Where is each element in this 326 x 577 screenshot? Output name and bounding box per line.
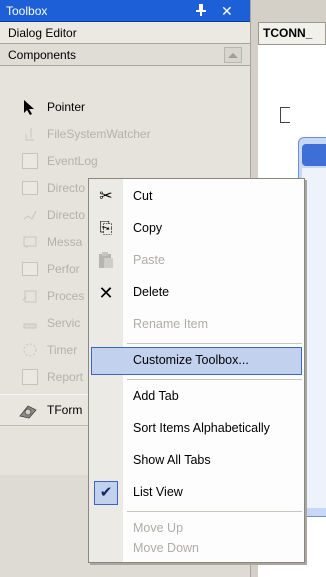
form-title-bar: [302, 144, 326, 166]
menu-item-cut[interactable]: ✂ Cut: [89, 181, 304, 213]
menu-item-add-tab[interactable]: Add Tab: [89, 381, 304, 413]
delete-x-icon: ✕: [98, 283, 114, 303]
section-dialog-editor-label: Dialog Editor: [8, 25, 77, 40]
filesystemwatcher-icon: [22, 126, 40, 142]
menu-separator: [127, 379, 302, 380]
toolbox-item-label: FileSystemWatcher: [47, 127, 151, 141]
menu-item-label: Copy: [133, 221, 163, 235]
menu-item-label: Delete: [133, 285, 170, 299]
directory-entry-icon: [22, 181, 38, 195]
menu-item-show-all-tabs[interactable]: Show All Tabs: [89, 445, 304, 477]
checkmark-icon: ✔: [94, 481, 118, 505]
directory-searcher-icon: [22, 207, 40, 223]
toolbox-item-label: Pointer: [47, 100, 86, 114]
toolbox-item-label: Report: [47, 370, 84, 384]
menu-item-label: Show All Tabs: [133, 453, 211, 467]
menu-item-label: List View: [133, 485, 183, 499]
menu-item-list-view[interactable]: ✔ List View: [89, 477, 304, 509]
document-tab[interactable]: TCONN_: [258, 22, 326, 44]
performance-counter-icon: [22, 262, 38, 276]
toolbox-item-label: Directo: [47, 208, 86, 222]
menu-item-label: Add Tab: [133, 389, 179, 403]
toolbox-item-label: Perfor: [47, 262, 80, 276]
toolbox-item-label: EventLog: [47, 154, 98, 168]
message-queue-icon: [22, 234, 40, 250]
toolbox-title: Toolbox: [6, 3, 48, 18]
toolbox-titlebar: Toolbox ✕: [0, 0, 250, 22]
copy-icon: ⎘: [99, 220, 113, 237]
toolbox-item-label: Proces: [47, 289, 85, 303]
menu-item-label: Sort Items Alphabetically: [133, 421, 270, 435]
paste-icon: [96, 251, 116, 271]
menu-item-label: Rename Item: [133, 317, 209, 331]
context-menu: ✂ Cut ⎘ Copy Paste ✕ Delete Rename Item …: [88, 178, 305, 563]
menu-item-label: Paste: [133, 253, 165, 267]
report-document-icon: [22, 369, 38, 385]
toolbox-item-filesystemwatcher[interactable]: FileSystemWatcher: [0, 120, 250, 148]
toolbox-item-label: TForm: [47, 403, 83, 417]
process-icon: [22, 288, 40, 304]
eventlog-icon: [22, 153, 38, 169]
toolbox-item-label: Timer: [47, 343, 78, 357]
design-control[interactable]: [280, 107, 290, 123]
scroll-up-button[interactable]: [224, 47, 242, 63]
menu-item-label: Move Down: [133, 541, 199, 555]
service-controller-icon: [22, 315, 40, 331]
scissors-icon: ✂: [99, 188, 113, 205]
pointer-arrow-icon: [22, 99, 40, 115]
menu-item-label: Cut: [133, 189, 153, 203]
toolbox-item-label: Directo: [47, 181, 86, 195]
menu-separator: [127, 343, 302, 344]
menu-item-label: Customize Toolbox...: [133, 353, 249, 367]
section-components-label: Components: [8, 47, 77, 62]
menu-item-label: Move Up: [133, 521, 184, 535]
pin-icon-glyph: [196, 4, 206, 16]
toolbox-item-label: Messa: [47, 235, 83, 249]
close-icon[interactable]: ✕: [221, 3, 233, 20]
menu-item-move-down[interactable]: Move Down: [89, 535, 304, 563]
chevron-up-icon: [228, 52, 238, 58]
menu-item-delete[interactable]: ✕ Delete: [89, 277, 304, 309]
menu-item-customize-toolbox[interactable]: Customize Toolbox...: [89, 345, 304, 377]
toolbox-item-label: Servic: [47, 316, 81, 330]
tform-gear-icon: [18, 402, 37, 419]
section-components[interactable]: Components: [0, 44, 250, 66]
menu-item-sort-alphabetically[interactable]: Sort Items Alphabetically: [89, 413, 304, 445]
toolbox-item-eventlog[interactable]: EventLog: [0, 147, 250, 175]
menu-item-rename[interactable]: Rename Item: [89, 309, 304, 341]
menu-separator: [127, 511, 302, 512]
section-dialog-editor[interactable]: Dialog Editor: [0, 22, 250, 44]
menu-item-copy[interactable]: ⎘ Copy: [89, 213, 304, 245]
menu-item-paste[interactable]: Paste: [89, 245, 304, 277]
toolbox-item-pointer[interactable]: Pointer: [0, 93, 250, 121]
timer-icon: [22, 342, 40, 358]
pin-icon[interactable]: [196, 4, 206, 19]
form-client-area: [302, 168, 326, 508]
